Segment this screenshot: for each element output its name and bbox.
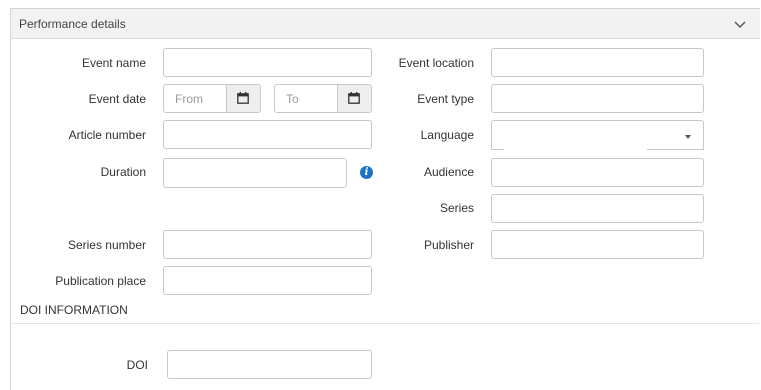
language-select[interactable] — [491, 120, 704, 150]
doi-section-title: DOI INFORMATION — [20, 303, 128, 317]
event-date-to-picker[interactable] — [274, 84, 372, 113]
series-label: Series — [439, 201, 474, 215]
audience-label: Audience — [423, 165, 474, 179]
publication-place-label: Publication place — [55, 274, 146, 288]
article-number-label: Article number — [68, 128, 146, 142]
language-select-underline-left — [491, 149, 504, 150]
event-date-to-calendar-button[interactable] — [337, 85, 371, 112]
publisher-input[interactable] — [491, 230, 704, 259]
doi-input[interactable] — [167, 350, 372, 379]
event-location-input[interactable] — [491, 48, 704, 77]
event-date-from-calendar-button[interactable] — [226, 85, 260, 112]
series-number-input[interactable] — [163, 230, 372, 259]
event-name-input[interactable] — [163, 48, 372, 77]
language-select-underline-right — [647, 149, 704, 150]
audience-input[interactable] — [491, 158, 704, 187]
article-number-input[interactable] — [163, 120, 372, 149]
duration-label: Duration — [100, 165, 146, 179]
calendar-icon — [348, 92, 360, 104]
caret-down-icon — [685, 135, 691, 139]
event-date-label: Event date — [88, 92, 146, 106]
language-label: Language — [420, 128, 474, 142]
calendar-icon — [237, 92, 249, 104]
event-date-to-input[interactable] — [275, 85, 339, 112]
publisher-label: Publisher — [423, 238, 474, 252]
event-type-label: Event type — [417, 92, 474, 106]
series-number-label: Series number — [67, 238, 146, 252]
event-type-input[interactable] — [491, 84, 704, 113]
series-input[interactable] — [491, 194, 704, 223]
info-icon[interactable]: i — [360, 166, 373, 179]
panel-header[interactable]: Performance details — [11, 9, 760, 39]
event-location-label: Event location — [398, 56, 474, 70]
event-name-label: Event name — [81, 56, 146, 70]
publication-place-input[interactable] — [163, 266, 372, 295]
event-date-from-input[interactable] — [164, 85, 228, 112]
event-date-from-picker[interactable] — [163, 84, 261, 113]
doi-label: DOI — [126, 358, 148, 372]
duration-input[interactable] — [163, 158, 347, 188]
chevron-down-icon[interactable] — [732, 16, 748, 32]
section-divider — [10, 323, 759, 324]
panel-title: Performance details — [19, 17, 126, 31]
